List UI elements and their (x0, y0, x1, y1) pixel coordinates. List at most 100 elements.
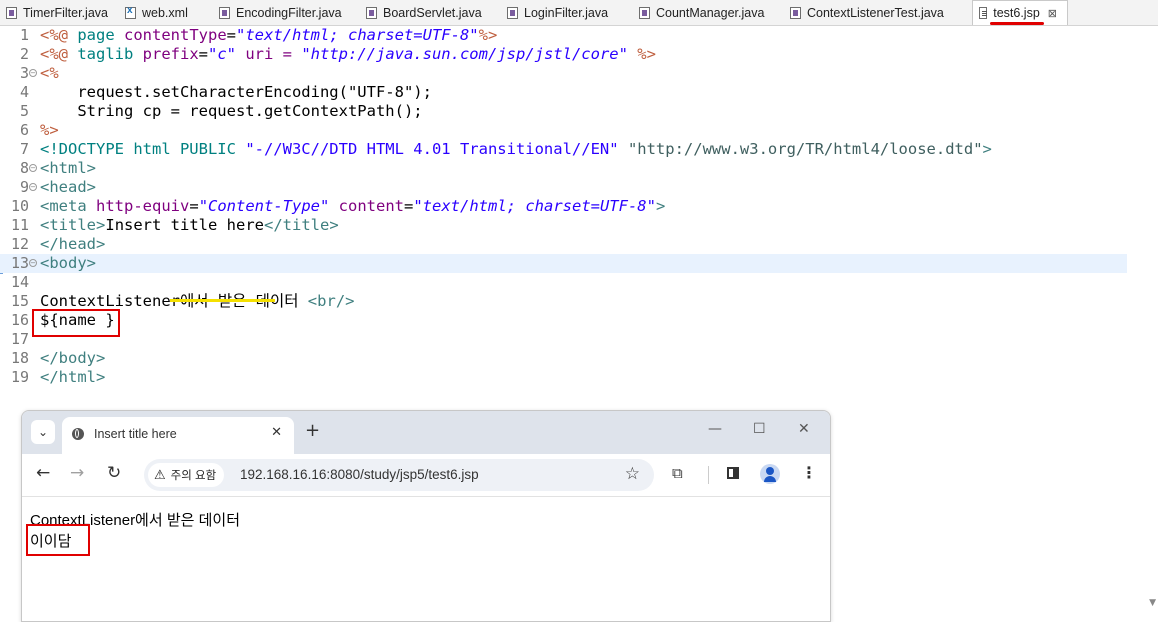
line-number: 8 (19, 159, 29, 177)
collapse-fold-icon[interactable]: − (29, 164, 37, 172)
browser-tab-strip: ⌄ Insert title here ✕ + — ☐ ✕ (22, 411, 830, 454)
maximize-icon[interactable]: ☐ (753, 421, 766, 437)
code-text: <head> (40, 178, 97, 196)
java-file-icon (219, 6, 230, 19)
collapse-fold-icon[interactable]: − (29, 69, 37, 77)
line-number: 15 (10, 292, 29, 310)
code-line: 2 <%@ taglib prefix="c" uri = "http://ja… (0, 45, 1127, 64)
security-label: 주의 요함 (170, 470, 217, 482)
line-number: 6 (19, 121, 29, 139)
bookmark-star-icon[interactable]: ☆ (625, 464, 640, 484)
warning-triangle-icon: ⚠ (154, 467, 166, 482)
code-text: <title>Insert title here</title> (40, 216, 339, 234)
line-number: 13 (10, 254, 29, 272)
code-text: <!DOCTYPE html PUBLIC "-//W3C//DTD HTML … (40, 140, 992, 158)
code-line: 3 − <% (0, 64, 1127, 83)
window-close-icon[interactable]: ✕ (798, 421, 810, 437)
code-text: </body> (40, 349, 106, 367)
yellow-highlight-annotation (170, 299, 275, 302)
code-line: 4 request.setCharacterEncoding("UTF-8"); (0, 83, 1127, 102)
code-line: 6 %> (0, 121, 1127, 140)
line-number: 16 (10, 311, 29, 329)
tab-label: LoginFilter.java (524, 5, 609, 20)
back-arrow-icon[interactable]: ← (36, 463, 50, 483)
security-warning-chip[interactable]: ⚠ 주의 요함 (148, 463, 225, 487)
more-menu-icon[interactable]: ⋮ (801, 463, 817, 482)
browser-window: ⌄ Insert title here ✕ + — ☐ ✕ ← → ↻ ⚠ 주의… (21, 410, 831, 622)
line-number: 9 (19, 178, 29, 196)
tab-boardservlet[interactable]: BoardServlet.java (360, 0, 501, 25)
line-number: 14 (10, 273, 29, 291)
code-line: 17 (0, 330, 1127, 349)
line-number: 11 (10, 216, 29, 234)
code-text: request.setCharacterEncoding("UTF-8"); (40, 83, 432, 101)
scroll-down-arrow-icon[interactable]: ▼ (1149, 598, 1156, 608)
reload-icon[interactable]: ↻ (107, 463, 121, 483)
code-text: <meta http-equiv="Content-Type" content=… (40, 197, 666, 215)
tab-label: web.xml (142, 5, 188, 20)
java-file-icon (366, 6, 377, 19)
line-number: 2 (19, 45, 29, 63)
code-text: <%@ taglib prefix="c" uri = "http://java… (40, 45, 656, 63)
red-box-annotation-code (32, 309, 120, 337)
tab-test6-jsp[interactable]: test6.jsp ⊠ (972, 0, 1068, 25)
close-tab-icon[interactable]: ⊠ (1048, 7, 1057, 20)
line-number: 7 (19, 140, 29, 158)
url-text[interactable]: 192.168.16.16:8080/study/jsp5/test6.jsp (240, 467, 479, 482)
browser-tab-title: Insert title here (94, 427, 177, 441)
side-panel-icon[interactable] (727, 467, 739, 479)
line-number: 1 (19, 26, 29, 44)
code-text: <%@ page contentType="text/html; charset… (40, 26, 498, 44)
address-bar[interactable]: ⚠ 주의 요함 192.168.16.16:8080/study/jsp5/te… (144, 459, 654, 491)
code-text: %> (40, 121, 59, 139)
collapse-fold-icon[interactable]: − (29, 259, 37, 267)
tab-timerfilter[interactable]: TimerFilter.java (0, 0, 119, 25)
minimize-icon[interactable]: — (708, 421, 722, 437)
tab-label: BoardServlet.java (383, 5, 482, 20)
code-line: 9 − <head> (0, 178, 1127, 197)
toolbar-divider (708, 466, 709, 484)
tab-label: test6.jsp (990, 6, 1044, 25)
code-line: 7 <!DOCTYPE html PUBLIC "-//W3C//DTD HTM… (0, 140, 1127, 159)
tab-label: CountManager.java (656, 5, 765, 20)
jsp-file-icon (979, 7, 988, 19)
close-tab-icon[interactable]: ✕ (271, 425, 282, 440)
java-file-icon (639, 6, 650, 19)
java-file-icon (6, 6, 17, 19)
tab-loginfilter[interactable]: LoginFilter.java (501, 0, 633, 25)
line-number: 18 (10, 349, 29, 367)
extensions-puzzle-icon[interactable]: ⧉ (672, 464, 683, 482)
tab-countmanager[interactable]: CountManager.java (633, 0, 784, 25)
code-line: 14 (0, 273, 1127, 292)
collapse-fold-icon[interactable]: − (29, 183, 37, 191)
code-text: <body> (40, 254, 97, 272)
forward-arrow-icon[interactable]: → (70, 463, 84, 483)
tab-encodingfilter[interactable]: EncodingFilter.java (213, 0, 360, 25)
line-number: 17 (10, 330, 29, 348)
profile-avatar-icon[interactable] (760, 464, 780, 484)
line-number: 12 (10, 235, 29, 253)
browser-tab[interactable]: Insert title here ✕ (62, 417, 294, 454)
globe-icon (72, 428, 84, 440)
code-line: 11 <title>Insert title here</title> (0, 216, 1127, 235)
browser-toolbar: ← → ↻ ⚠ 주의 요함 192.168.16.16:8080/study/j… (22, 454, 830, 497)
code-line: 8 − <html> (0, 159, 1127, 178)
tab-label: ContextListenerTest.java (807, 5, 944, 20)
line-number: 5 (19, 102, 29, 120)
xml-file-icon (125, 5, 136, 19)
code-text: <html> (40, 159, 97, 177)
java-file-icon (507, 6, 518, 19)
tab-search-chevron-icon[interactable]: ⌄ (31, 420, 55, 444)
new-tab-icon[interactable]: + (305, 420, 320, 441)
tab-web-xml[interactable]: web.xml (119, 0, 213, 25)
vertical-scrollbar[interactable]: ▼ (1144, 26, 1158, 618)
tab-contextlistenertest[interactable]: ContextListenerTest.java (784, 0, 972, 25)
java-file-icon (790, 6, 801, 19)
line-number: 4 (19, 83, 29, 101)
code-line-current: 13 − <body> (0, 254, 1127, 273)
code-line: 10 <meta http-equiv="Content-Type" conte… (0, 197, 1127, 216)
code-text: </html> (40, 368, 106, 386)
line-number: 3 (19, 64, 29, 82)
code-line: 19 </html> (0, 368, 1127, 387)
red-box-annotation-output (26, 524, 90, 556)
